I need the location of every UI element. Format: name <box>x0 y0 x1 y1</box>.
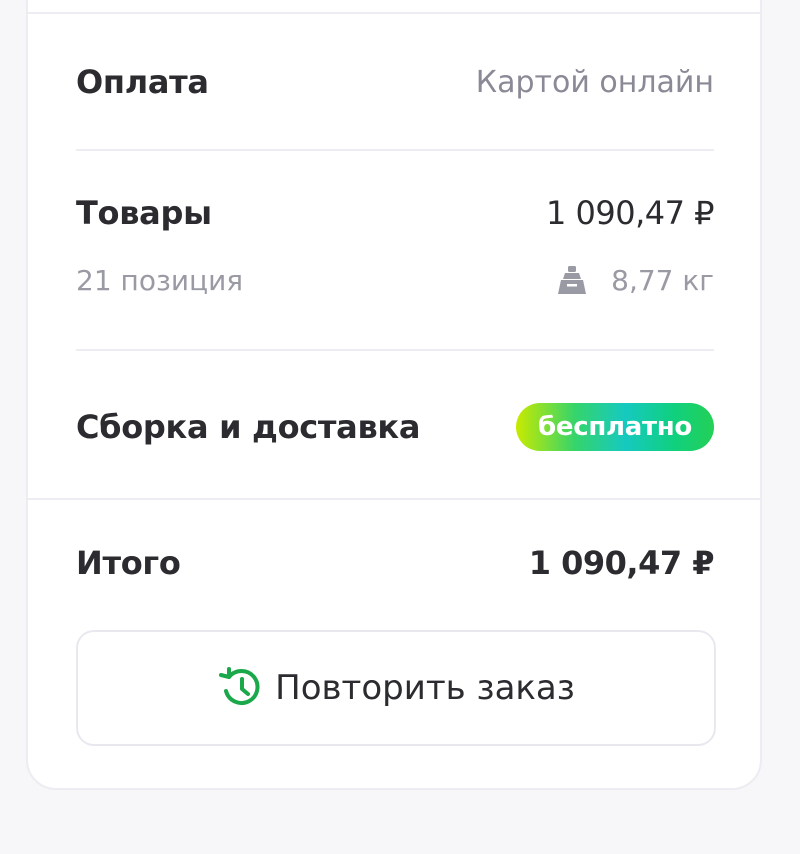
repeat-order-button[interactable]: Повторить заказ <box>76 630 716 746</box>
divider <box>28 498 760 500</box>
history-icon <box>217 663 267 713</box>
total-row: Итого 1 090,47 ₽ <box>76 538 715 588</box>
delivery-row: Сборка и доставка бесплатно <box>76 402 714 452</box>
payment-method-value: Картой онлайн <box>475 64 714 100</box>
divider <box>76 149 714 151</box>
delivery-label: Сборка и доставка <box>76 408 421 446</box>
payment-label: Оплата <box>76 63 209 101</box>
divider <box>76 349 714 351</box>
goods-row: Товары 1 090,47 ₽ <box>76 188 715 238</box>
goods-positions-count: 21 позиция <box>76 263 244 297</box>
goods-weight: 8,77 кг <box>555 263 714 297</box>
total-price: 1 090,47 ₽ <box>528 544 715 582</box>
weight-icon <box>555 263 589 297</box>
goods-price: 1 090,47 ₽ <box>545 194 715 232</box>
goods-details-row: 21 позиция 8,77 кг <box>76 258 714 302</box>
repeat-order-label: Повторить заказ <box>275 668 575 708</box>
goods-label: Товары <box>76 194 212 232</box>
total-label: Итого <box>76 544 181 582</box>
free-delivery-badge: бесплатно <box>516 403 714 451</box>
goods-weight-value: 8,77 кг <box>611 263 714 297</box>
payment-row: Оплата Картой онлайн <box>76 57 714 107</box>
divider <box>28 12 760 14</box>
order-summary-card: Оплата Картой онлайн Товары 1 090,47 ₽ 2… <box>26 0 762 790</box>
